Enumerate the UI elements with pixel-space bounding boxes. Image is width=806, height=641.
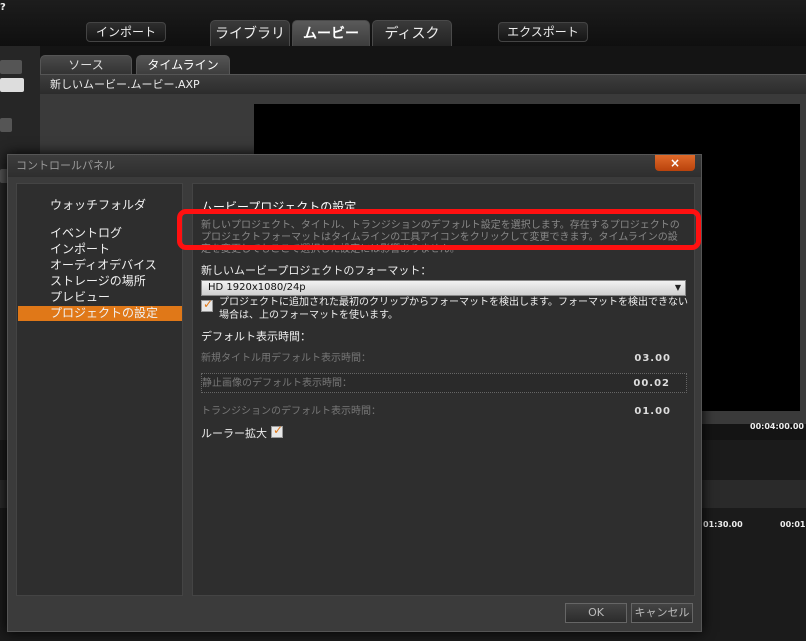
help-icon[interactable]: ? xyxy=(0,2,10,14)
nav-preview[interactable]: プレビュー xyxy=(17,290,182,305)
dialog-title: コントロールパネル xyxy=(8,155,701,177)
nav-audio-device[interactable]: オーディオデバイス xyxy=(17,258,182,273)
collapse-handle[interactable] xyxy=(0,60,22,74)
tab-disc[interactable]: ディスク xyxy=(372,20,452,46)
nav-event-log[interactable]: イベントログ xyxy=(17,226,182,241)
ruler-timecode: 00:04:00.00 xyxy=(750,422,804,431)
ruler-timecode: 00:01 xyxy=(780,520,806,529)
ruler-zoom-label: ルーラー拡大 xyxy=(201,427,267,440)
top-toolbar: ? インポート ライブラリ ムービー ディスク エクスポート xyxy=(0,0,806,46)
tab-library[interactable]: ライブラリ xyxy=(210,20,290,46)
detect-format-label: プロジェクトに追加された最初のクリップからフォーマットを検出します。フォーマット… xyxy=(219,297,688,321)
detect-format-checkbox[interactable]: ✓ xyxy=(201,297,214,312)
format-dropdown[interactable]: HD 1920x1080/24p ▼ xyxy=(201,280,686,296)
import-button[interactable]: インポート xyxy=(86,22,166,42)
still-image-duration-label: 静止画像のデフォルト表示時間： xyxy=(202,378,352,389)
transition-duration-input[interactable]: 01.00 xyxy=(634,402,671,422)
tab-timeline[interactable]: タイムライン xyxy=(136,55,230,74)
app-window: ? インポート ライブラリ ムービー ディスク エクスポート ソース タイムライ… xyxy=(0,0,806,641)
highlight-box xyxy=(177,209,701,250)
nav-import[interactable]: インポート xyxy=(17,242,182,257)
settings-nav: ウォッチフォルダ イベントログ インポート オーディオデバイス ストレージの場所… xyxy=(16,183,183,596)
chevron-down-icon: ▼ xyxy=(674,283,681,292)
still-image-duration-row: 静止画像のデフォルト表示時間： 00.02 xyxy=(201,373,687,393)
title-duration-input[interactable]: 03.00 xyxy=(634,349,671,369)
close-button[interactable]: × xyxy=(655,155,695,171)
nav-watch-folder[interactable]: ウォッチフォルダ xyxy=(17,198,182,213)
checkmark-icon: ✓ xyxy=(203,297,214,311)
format-value: HD 1920x1080/24p xyxy=(208,282,306,293)
tab-movie[interactable]: ムービー xyxy=(292,20,370,46)
ruler-zoom-checkbox[interactable]: ✓ xyxy=(271,423,284,438)
project-title-bar: 新しいムービー.ムービー.AXP xyxy=(40,74,806,94)
format-label: 新しいムービープロジェクトのフォーマット： xyxy=(201,264,432,277)
ok-button[interactable]: OK xyxy=(565,603,627,623)
default-duration-label: デフォルト表示時間： xyxy=(201,330,311,343)
ruler-timecode: 01:30.00 xyxy=(703,520,743,529)
filter-chip[interactable] xyxy=(0,78,24,92)
tab-source[interactable]: ソース xyxy=(40,55,132,74)
transition-duration-row: トランジションのデフォルト表示時間： 01.00 xyxy=(201,402,687,422)
nav-storage-location[interactable]: ストレージの場所 xyxy=(17,274,182,289)
export-button[interactable]: エクスポート xyxy=(498,22,588,42)
transition-duration-label: トランジションのデフォルト表示時間： xyxy=(201,406,381,417)
cancel-button[interactable]: キャンセル xyxy=(631,603,693,623)
still-image-duration-input[interactable]: 00.02 xyxy=(633,374,670,394)
checkmark-icon: ✓ xyxy=(273,423,284,437)
side-tag[interactable] xyxy=(0,118,12,132)
nav-project-settings[interactable]: プロジェクトの設定 xyxy=(18,306,182,321)
title-duration-row: 新規タイトル用デフォルト表示時間： 03.00 xyxy=(201,349,687,369)
title-duration-label: 新規タイトル用デフォルト表示時間： xyxy=(201,353,371,364)
